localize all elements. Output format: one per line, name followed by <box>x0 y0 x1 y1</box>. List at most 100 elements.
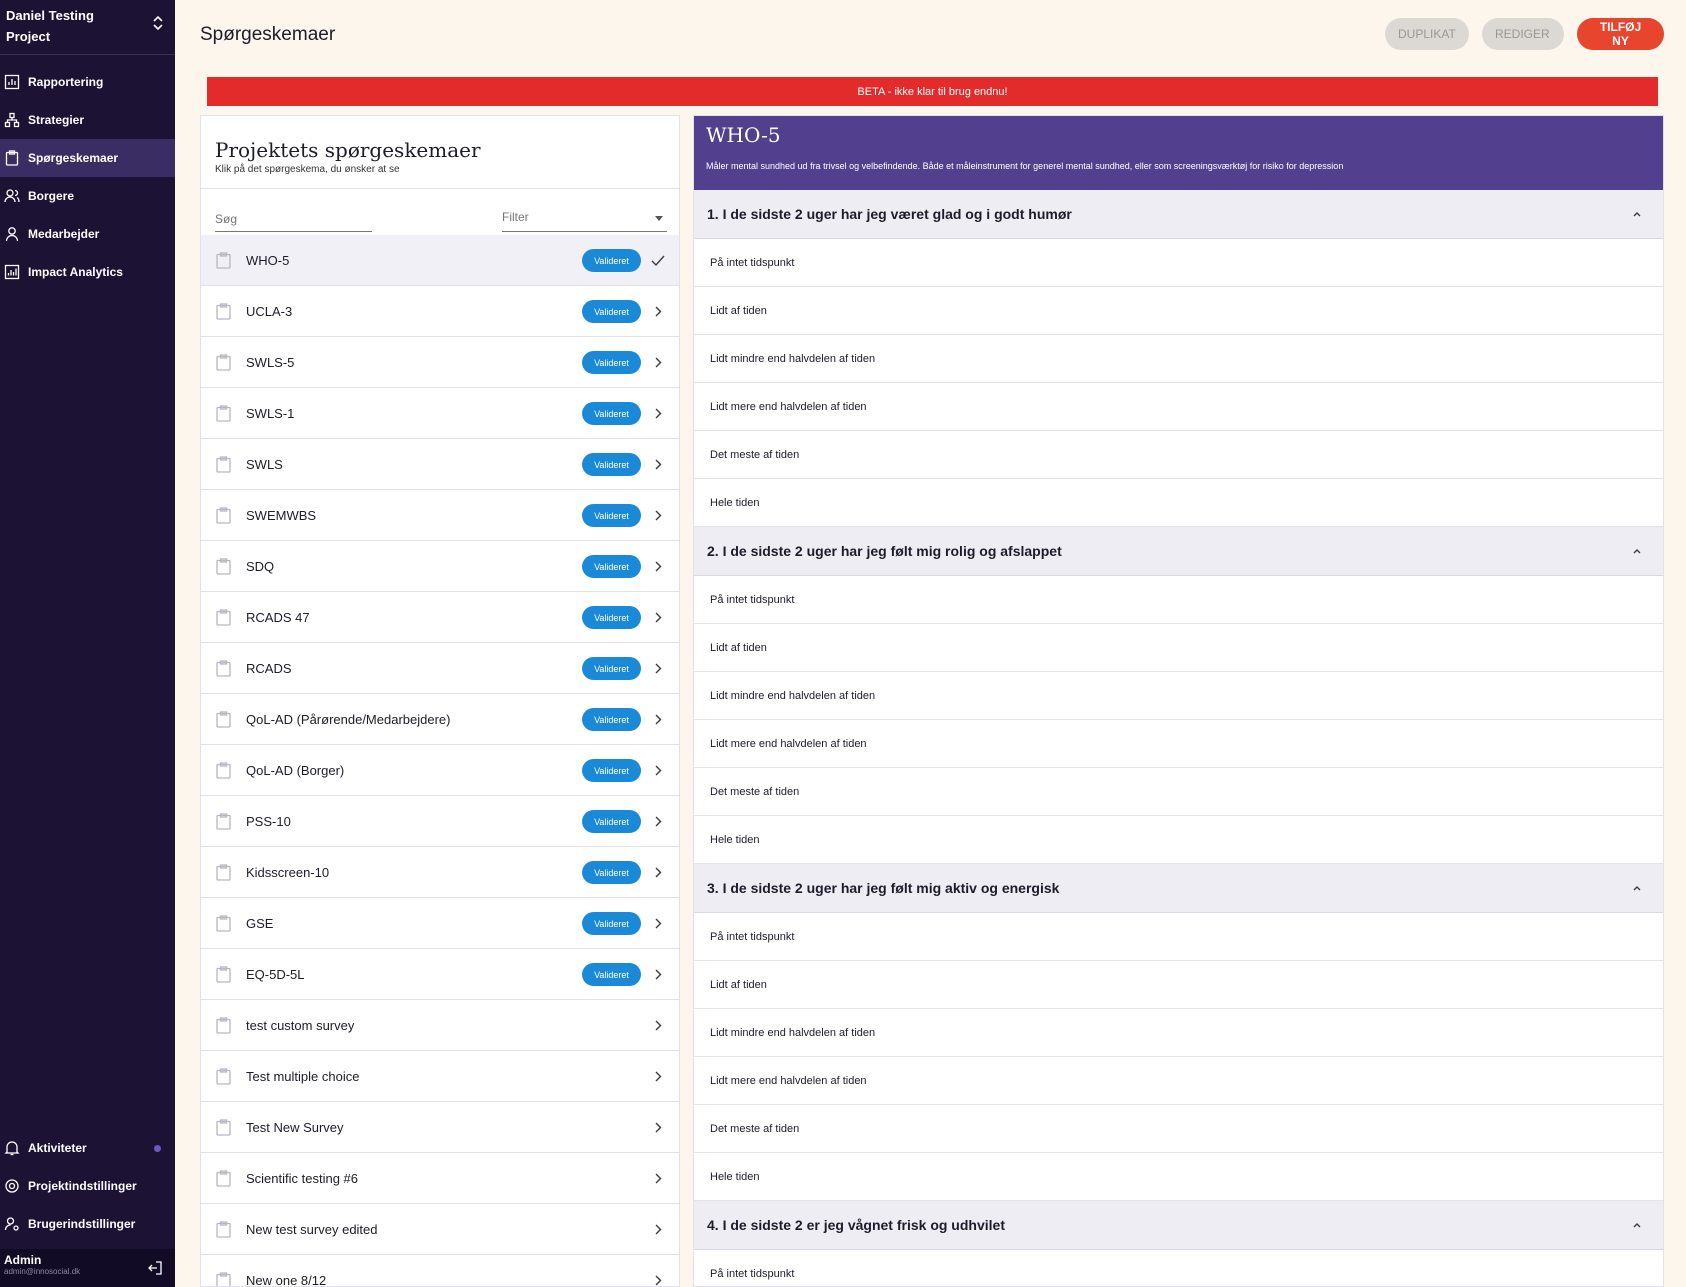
sidebar: Daniel Testing Project Rapportering Stra… <box>0 0 175 1287</box>
project-switcher[interactable]: Daniel Testing Project <box>0 0 175 55</box>
survey-name: RCADS 47 <box>246 609 310 625</box>
nav-item-spoergeskemaer[interactable]: Spørgeskemaer <box>0 139 175 177</box>
survey-list-item[interactable]: SWLS Valideret <box>201 439 679 490</box>
question-header[interactable]: 4. I de sidste 2 er jeg vågnet frisk og … <box>694 1201 1663 1250</box>
duplicate-button[interactable]: DUPLIKAT <box>1385 18 1469 50</box>
survey-list-item[interactable]: WHO-5 Valideret <box>201 235 679 286</box>
nav-item-aktiviteter[interactable]: Aktiviteter <box>0 1129 175 1167</box>
validated-badge: Valideret <box>582 402 641 425</box>
clipboard-icon <box>216 813 231 830</box>
survey-name: SWLS-5 <box>246 354 295 370</box>
nav-item-rapportering[interactable]: Rapportering <box>0 63 175 101</box>
survey-list-item[interactable]: RCADS Valideret <box>201 643 679 694</box>
survey-list-item[interactable]: PSS-10 Valideret <box>201 796 679 847</box>
survey-list-item[interactable]: SDQ Valideret <box>201 541 679 592</box>
answer-option: Lidt mere end halvdelen af tiden <box>694 1057 1663 1105</box>
chart-icon <box>4 74 20 90</box>
chevron-right-icon <box>655 306 662 317</box>
question-header[interactable]: 2. I de sidste 2 uger har jeg følt mig r… <box>694 527 1663 576</box>
add-new-button[interactable]: TILFØJ NY <box>1577 18 1664 50</box>
survey-name: RCADS <box>246 660 292 676</box>
survey-list-item[interactable]: GSE Valideret <box>201 898 679 949</box>
nav-item-borgere[interactable]: Borgere <box>0 177 175 215</box>
nav-label: Aktiviteter <box>28 1141 87 1155</box>
chevron-right-icon <box>655 561 662 572</box>
survey-name: QoL-AD (Borger) <box>246 762 345 778</box>
answer-option: Hele tiden <box>694 479 1663 527</box>
clipboard-icon <box>216 1017 231 1034</box>
survey-list-item[interactable]: Scientific testing #6 <box>201 1153 679 1204</box>
nav-item-strategier[interactable]: Strategier <box>0 101 175 139</box>
user-settings-icon <box>4 1216 20 1232</box>
nav-item-impact-analytics[interactable]: Impact Analytics <box>0 253 175 291</box>
nav-item-medarbejder[interactable]: Medarbejder <box>0 215 175 253</box>
survey-list-item[interactable]: SWLS-1 Valideret <box>201 388 679 439</box>
question-header[interactable]: 3. I de sidste 2 uger har jeg følt mig a… <box>694 864 1663 913</box>
clipboard-icon <box>216 558 231 575</box>
answer-option: På intet tidspunkt <box>694 239 1663 287</box>
answer-option: På intet tidspunkt <box>694 913 1663 961</box>
validated-badge: Valideret <box>582 657 641 680</box>
answer-option: Lidt mindre end halvdelen af tiden <box>694 1009 1663 1057</box>
logout-icon[interactable] <box>147 1260 163 1276</box>
chevron-right-icon <box>655 816 662 827</box>
nav-item-brugerindstillinger[interactable]: Brugerindstillinger <box>0 1205 175 1243</box>
answer-option: Det meste af tiden <box>694 1105 1663 1153</box>
survey-list: WHO-5 Valideret UCLA-3 Valideret SWLS-5 Valid… <box>201 235 679 1287</box>
chevron-up-icon <box>1633 549 1641 554</box>
clipboard-icon <box>216 762 231 779</box>
search-input[interactable] <box>215 212 372 226</box>
validated-badge: Valideret <box>582 759 641 782</box>
user-email: admin@innosocial.dk <box>4 1267 81 1276</box>
clipboard-icon <box>216 711 231 728</box>
nav-label: Impact Analytics <box>28 265 123 279</box>
main-nav: Rapportering Strategier Spørgeskemaer Bo… <box>0 63 175 291</box>
chevron-up-icon <box>1633 1223 1641 1228</box>
survey-name: Kidsscreen-10 <box>246 864 330 880</box>
validated-badge: Valideret <box>582 963 641 986</box>
survey-list-item[interactable]: QoL-AD (Pårørende/Medarbejdere) Valideret <box>201 694 679 745</box>
survey-name: SDQ <box>246 558 275 574</box>
survey-list-item[interactable]: EQ-5D-5L Valideret <box>201 949 679 1000</box>
survey-list-item[interactable]: test custom survey <box>201 1000 679 1051</box>
chevron-right-icon <box>655 918 662 929</box>
survey-list-item[interactable]: Test multiple choice <box>201 1051 679 1102</box>
answer-option: Lidt mindre end halvdelen af tiden <box>694 672 1663 720</box>
survey-list-item[interactable]: QoL-AD (Borger) Valideret <box>201 745 679 796</box>
survey-list-item[interactable]: New test survey edited <box>201 1204 679 1255</box>
survey-list-item[interactable]: UCLA-3 Valideret <box>201 286 679 337</box>
chevron-right-icon <box>655 510 662 521</box>
survey-list-item[interactable]: RCADS 47 Valideret <box>201 592 679 643</box>
survey-list-item[interactable]: Kidsscreen-10 Valideret <box>201 847 679 898</box>
survey-list-item[interactable]: SWLS-5 Valideret <box>201 337 679 388</box>
survey-list-item[interactable]: SWEMWBS Valideret <box>201 490 679 541</box>
nav-item-projektindstillinger[interactable]: Projektindstillinger <box>0 1167 175 1205</box>
survey-list-item[interactable]: Test New Survey <box>201 1102 679 1153</box>
validated-badge: Valideret <box>582 249 641 272</box>
caret-down-icon <box>655 216 663 221</box>
bell-icon <box>4 1140 20 1156</box>
survey-list-item[interactable]: New one 8/12 <box>201 1255 679 1287</box>
survey-name: WHO-5 <box>246 252 290 268</box>
survey-name: UCLA-3 <box>246 303 293 319</box>
validated-badge: Valideret <box>582 606 641 629</box>
chevron-right-icon <box>655 459 662 470</box>
clipboard-icon <box>216 1221 231 1238</box>
survey-name: New one 8/12 <box>246 1272 327 1287</box>
filter-select[interactable]: Filter <box>502 210 667 232</box>
nav-label: Strategier <box>28 113 85 127</box>
chevron-right-icon <box>655 612 662 623</box>
clipboard-icon <box>216 1068 231 1085</box>
clipboard-icon <box>216 252 231 269</box>
chevron-right-icon <box>655 867 662 878</box>
chevron-right-icon <box>655 1173 662 1184</box>
question-header[interactable]: 1. I de sidste 2 uger har jeg været glad… <box>694 190 1663 239</box>
survey-name: Test multiple choice <box>246 1068 360 1084</box>
edit-button[interactable]: REDIGER <box>1482 18 1564 50</box>
clipboard-icon <box>216 456 231 473</box>
validated-badge: Valideret <box>582 555 641 578</box>
analytics-icon <box>4 264 20 280</box>
nav-label: Brugerindstillinger <box>28 1217 136 1231</box>
clipboard-icon <box>4 150 20 166</box>
panel-subtitle: Klik på det spørgeskema, du ønsker at se <box>215 164 400 175</box>
